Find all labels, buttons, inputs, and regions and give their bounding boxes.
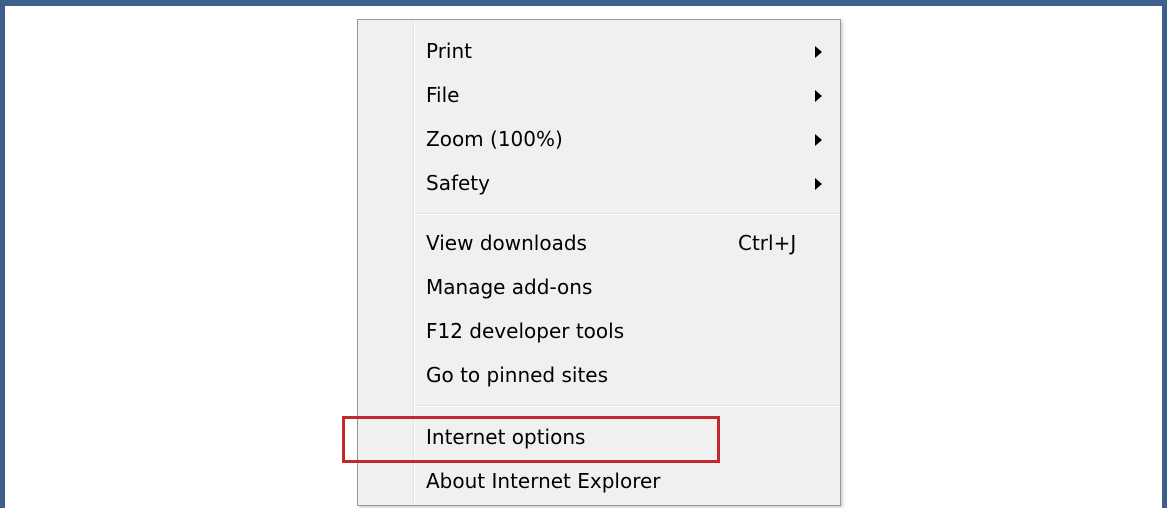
menu-item-go-to-pinned-sites[interactable]: Go to pinned sites — [358, 353, 840, 397]
menu-separator — [416, 213, 838, 215]
menu-item-label: About Internet Explorer — [426, 469, 661, 493]
menu-item-f12-developer-tools[interactable]: F12 developer tools — [358, 309, 840, 353]
menu-item-label: Zoom (100%) — [426, 127, 563, 151]
menu-item-zoom[interactable]: Zoom (100%) — [358, 117, 840, 161]
tools-context-menu: Print File Zoom (100%) Safety View downl… — [342, 19, 841, 506]
screenshot-frame: Print File Zoom (100%) Safety View downl… — [0, 0, 1167, 508]
menu-item-about-internet-explorer[interactable]: About Internet Explorer — [358, 459, 840, 503]
menu-separator — [416, 405, 838, 407]
menu-item-file[interactable]: File — [358, 73, 840, 117]
menu-item-label: F12 developer tools — [426, 319, 625, 343]
menu-item-manage-add-ons[interactable]: Manage add-ons — [358, 265, 840, 309]
menu-item-view-downloads[interactable]: View downloads Ctrl+J — [358, 221, 840, 265]
menu-item-label: Internet options — [426, 425, 586, 449]
menu-item-label: Go to pinned sites — [426, 363, 609, 387]
submenu-arrow-icon — [815, 178, 822, 190]
menu-item-label: Print — [426, 39, 473, 63]
menu-item-shortcut: Ctrl+J — [738, 231, 797, 255]
menu-item-internet-options[interactable]: Internet options — [358, 415, 840, 459]
menu-item-label: File — [426, 83, 460, 107]
submenu-arrow-icon — [815, 46, 822, 58]
submenu-arrow-icon — [815, 90, 822, 102]
menu-item-label: Manage add-ons — [426, 275, 593, 299]
menu-item-safety[interactable]: Safety — [358, 161, 840, 205]
menu-item-print[interactable]: Print — [358, 29, 840, 73]
menu-item-label: View downloads — [426, 231, 587, 255]
submenu-arrow-icon — [815, 134, 822, 146]
menu-item-label: Safety — [426, 171, 490, 195]
